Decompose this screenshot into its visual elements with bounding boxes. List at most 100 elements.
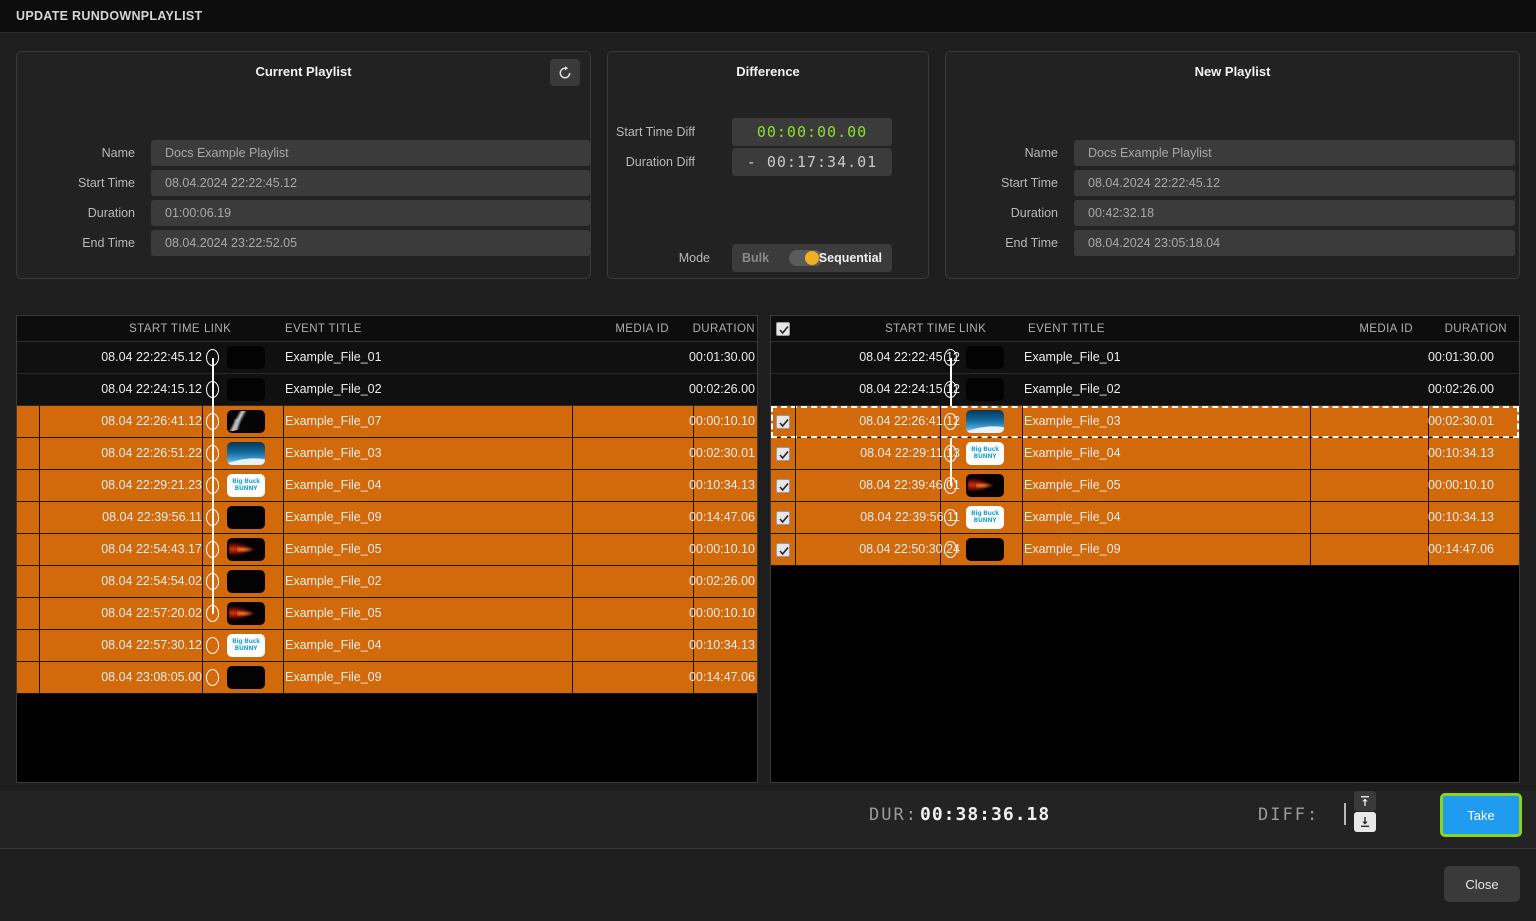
cell-event-title: Example_File_03 (1024, 406, 1304, 437)
column-divider (283, 438, 284, 470)
event-thumbnail (966, 410, 1004, 433)
table-row[interactable]: 08.04 22:39:56.11Example_File_0900:14:47… (17, 502, 757, 534)
field-start-row: Start Time 08.04.2024 22:22:45.12 (946, 170, 1519, 196)
field-label: Duration (946, 200, 1058, 226)
column-divider (202, 470, 203, 502)
link-toggle[interactable] (944, 413, 957, 430)
cell-start-time: 08.04 22:39:56.11 (39, 502, 202, 533)
event-thumbnail (227, 442, 265, 465)
table-row[interactable]: 08.04 22:57:30.12Big BuckBUNNYExample_Fi… (17, 630, 757, 662)
table-body: 08.04 22:22:45.12Example_File_0100:01:30… (771, 342, 1519, 566)
cell-duration: 00:00:10.10 (1352, 470, 1494, 501)
mode-option-bulk[interactable]: Bulk (742, 244, 769, 272)
table-row[interactable]: 08.04 22:50:30.24Example_File_0900:14:47… (771, 534, 1519, 566)
new-duration-input[interactable]: 00:42:32.18 (1074, 200, 1515, 226)
field-label: Start Time (17, 170, 135, 196)
table-row[interactable]: 08.04 22:26:41.12Example_File_0700:00:10… (17, 406, 757, 438)
cell-start-time: 08.04 22:26:41.12 (795, 406, 960, 437)
table-row[interactable]: 08.04 22:26:41.12Example_File_0300:02:30… (771, 406, 1519, 438)
table-row[interactable]: 08.04 22:29:11.13Big BuckBUNNYExample_Fi… (771, 438, 1519, 470)
cell-event-title: Example_File_04 (285, 630, 565, 661)
table-row[interactable]: 08.04 22:29:21.23Big BuckBUNNYExample_Fi… (17, 470, 757, 502)
field-label: Name (946, 140, 1058, 166)
table-row[interactable]: 08.04 22:24:15.12Example_File_0200:02:26… (771, 374, 1519, 406)
column-divider (283, 470, 284, 502)
table-row[interactable]: 08.04 22:54:43.17Example_File_0500:00:10… (17, 534, 757, 566)
new-playlist-table[interactable]: START TIME LINK EVENT TITLE MEDIA ID DUR… (770, 315, 1520, 783)
cell-start-time: 08.04 22:22:45.12 (795, 342, 960, 373)
row-checkbox[interactable] (776, 511, 790, 525)
duration-label: DUR: (869, 805, 918, 825)
column-divider (202, 566, 203, 598)
column-divider (283, 534, 284, 566)
link-toggle[interactable] (944, 509, 957, 526)
cell-event-title: Example_File_09 (1024, 534, 1304, 565)
current-name-input[interactable]: Docs Example Playlist (151, 140, 590, 166)
diff-label: DIFF: (1258, 805, 1319, 825)
cell-start-time: 08.04 23:08:05.00 (39, 662, 202, 693)
row-checkbox[interactable] (776, 543, 790, 557)
move-to-top-icon[interactable] (1354, 791, 1376, 811)
cell-duration: 00:00:10.10 (617, 598, 755, 629)
start-time-diff-value[interactable]: 00:00:00.00 (732, 118, 892, 146)
column-divider (572, 470, 573, 502)
move-to-bottom-icon[interactable] (1354, 812, 1376, 832)
row-checkbox[interactable] (776, 479, 790, 493)
cell-start-time: 08.04 22:54:54.02 (39, 566, 202, 597)
table-row[interactable]: 08.04 22:24:15.12Example_File_0200:02:26… (17, 374, 757, 406)
cell-event-title: Example_File_03 (285, 438, 565, 469)
new-end-time-input[interactable]: 08.04.2024 23:05:18.04 (1074, 230, 1515, 256)
column-divider (283, 598, 284, 630)
current-duration-input[interactable]: 01:00:06.19 (151, 200, 590, 226)
table-row[interactable]: 08.04 22:39:56.11Big BuckBUNNYExample_Fi… (771, 502, 1519, 534)
take-button[interactable]: Take (1440, 793, 1522, 837)
link-toggle[interactable] (206, 637, 219, 654)
close-button[interactable]: Close (1444, 866, 1520, 902)
field-duration-row: Duration 00:42:32.18 (946, 200, 1519, 226)
row-checkbox[interactable] (776, 415, 790, 429)
cell-event-title: Example_File_02 (1024, 374, 1304, 405)
cell-duration: 00:00:10.10 (617, 534, 755, 565)
column-divider (202, 534, 203, 566)
current-start-time-input[interactable]: 08.04.2024 22:22:45.12 (151, 170, 590, 196)
event-thumbnail (227, 538, 265, 561)
event-thumbnail (227, 346, 265, 369)
difference-panel: Difference Start Time Diff 00:00:00.00 D… (607, 51, 929, 279)
field-start-row: Start Time 08.04.2024 22:22:45.12 (17, 170, 590, 196)
current-playlist-table[interactable]: START TIME LINK EVENT TITLE MEDIA ID DUR… (16, 315, 758, 783)
row-checkbox[interactable] (776, 447, 790, 461)
field-name-row: Name Docs Example Playlist (946, 140, 1519, 166)
link-toggle[interactable] (206, 669, 219, 686)
column-divider (572, 566, 573, 598)
update-rundown-playlist-dialog: UPDATE RUNDOWNPLAYLIST Current Playlist … (0, 0, 1536, 921)
table-row[interactable]: 08.04 22:22:45.12Example_File_0100:01:30… (17, 342, 757, 374)
table-row[interactable]: 08.04 22:39:46.01Example_File_0500:00:10… (771, 470, 1519, 502)
footer-bar: DUR: 00:38:36.18 DIFF: (0, 791, 1536, 849)
start-time-diff-label: Start Time Diff (608, 118, 695, 146)
mode-toggle[interactable]: Bulk Sequential (732, 244, 892, 272)
column-divider (202, 438, 203, 470)
table-row[interactable]: 08.04 22:54:54.02Example_File_0200:02:26… (17, 566, 757, 598)
column-divider (283, 502, 284, 534)
refresh-icon[interactable] (550, 59, 580, 86)
cell-event-title: Example_File_01 (285, 342, 565, 373)
diff-input-caret[interactable] (1344, 803, 1346, 825)
cell-duration: 00:01:30.00 (617, 342, 755, 373)
cell-start-time: 08.04 22:57:30.12 (39, 630, 202, 661)
new-name-input[interactable]: Docs Example Playlist (1074, 140, 1515, 166)
link-toggle[interactable] (944, 541, 957, 558)
new-start-time-input[interactable]: 08.04.2024 22:22:45.12 (1074, 170, 1515, 196)
select-all-checkbox[interactable] (776, 322, 790, 336)
event-thumbnail (966, 378, 1004, 401)
table-row[interactable]: 08.04 22:22:45.12Example_File_0100:01:30… (771, 342, 1519, 374)
table-row[interactable]: 08.04 22:26:51.22Example_File_0300:02:30… (17, 438, 757, 470)
column-divider (202, 406, 203, 438)
table-row[interactable]: 08.04 23:08:05.00Example_File_0900:14:47… (17, 662, 757, 694)
duration-diff-value[interactable]: - 00:17:34.01 (732, 148, 892, 176)
col-duration: DURATION (627, 316, 755, 342)
mode-option-sequential[interactable]: Sequential (819, 244, 882, 272)
event-thumbnail: Big BuckBUNNY (966, 442, 1004, 465)
table-row[interactable]: 08.04 22:57:20.02Example_File_0500:00:10… (17, 598, 757, 630)
current-end-time-input[interactable]: 08.04.2024 23:22:52.05 (151, 230, 590, 256)
field-label: End Time (17, 230, 135, 256)
